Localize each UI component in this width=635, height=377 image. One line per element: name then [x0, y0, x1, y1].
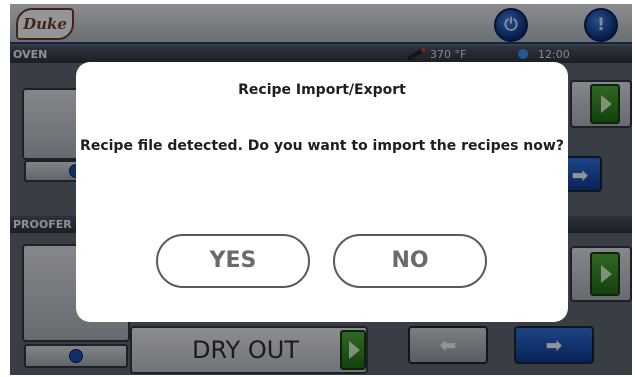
no-button[interactable]: NO [333, 234, 487, 288]
recipe-import-dialog: Recipe Import/Export Recipe file detecte… [76, 62, 568, 322]
dialog-message: Recipe file detected. Do you want to imp… [80, 138, 564, 154]
dialog-title: Recipe Import/Export [238, 82, 406, 98]
yes-button[interactable]: YES [156, 234, 310, 288]
